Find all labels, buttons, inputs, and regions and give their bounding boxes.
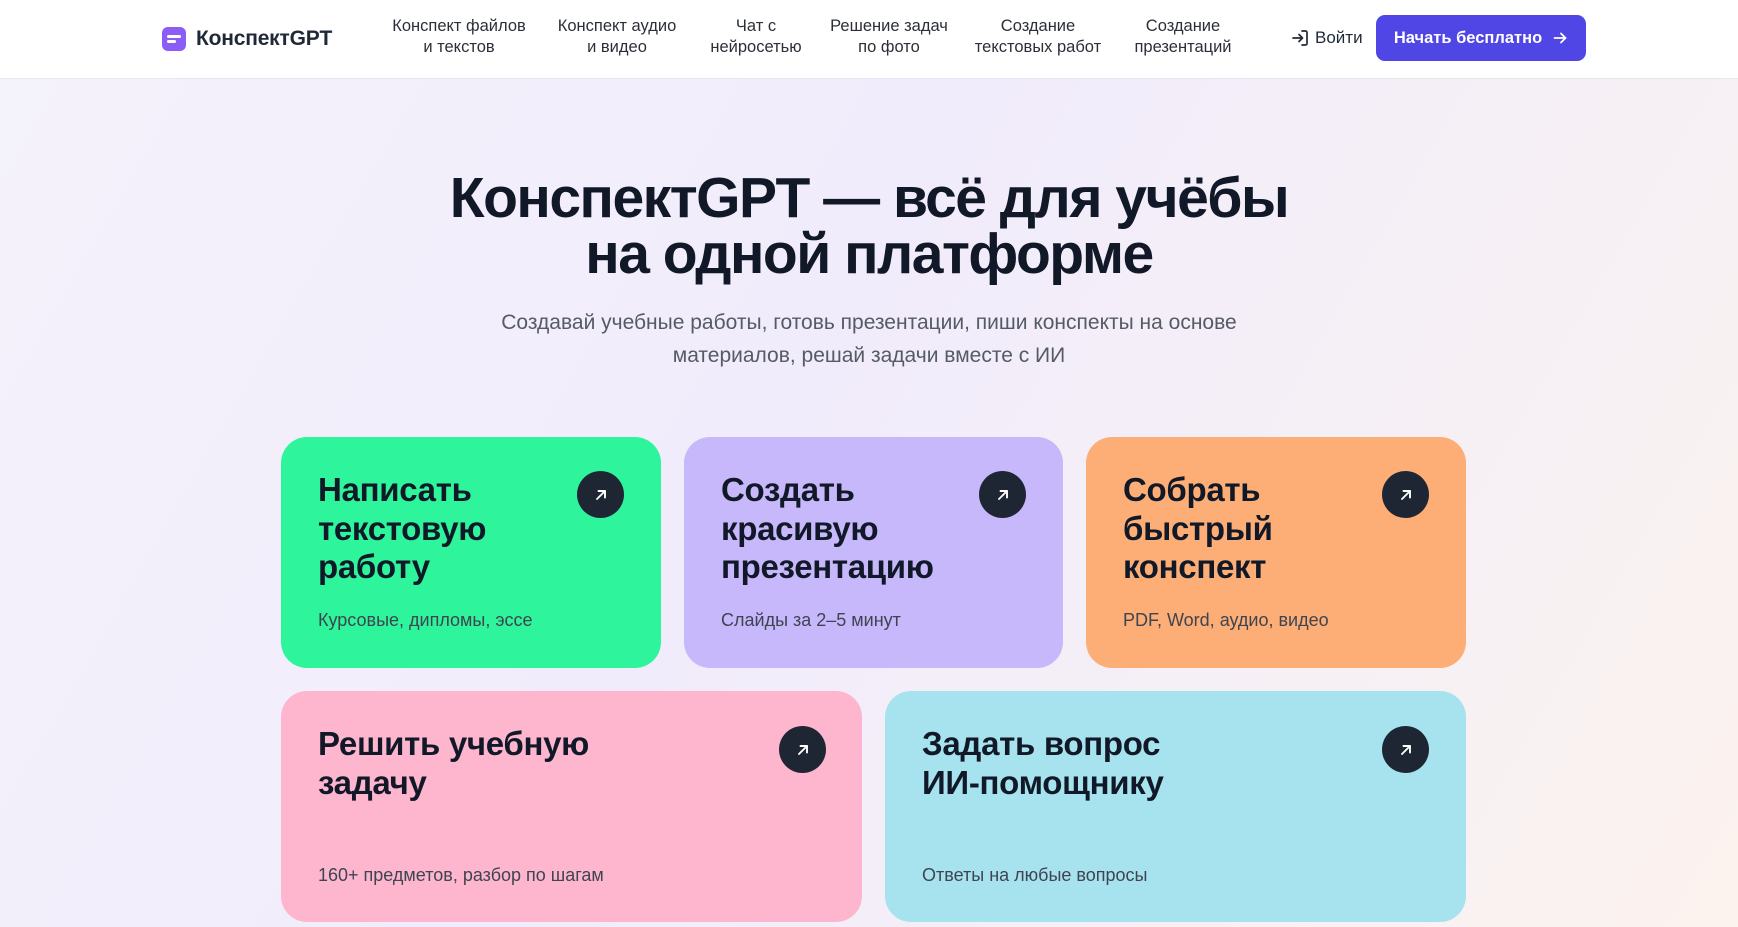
arrow-up-right-icon	[779, 726, 826, 773]
card-title-line: работу	[318, 548, 430, 585]
nav-label-line2: и видео	[587, 38, 647, 56]
card-title-line: задачу	[318, 763, 427, 801]
nav-label-line2: нейросетью	[710, 38, 802, 56]
card-subtitle: Ответы на любые вопросы	[922, 865, 1148, 885]
nav-label-line1: Конспект файлов	[392, 17, 526, 35]
login-icon	[1292, 30, 1308, 46]
nav-label-line1: Конспект аудио	[557, 17, 677, 35]
arrow-up-right-icon	[1382, 471, 1429, 518]
card-title: Собрать быстрый конспект	[1123, 471, 1273, 587]
nav-label-line1: Создание	[1000, 17, 1076, 35]
hero-title: КонспектGPT — всё для учёбы на одной пла…	[369, 166, 1369, 286]
arrow-up-right-icon	[979, 471, 1026, 518]
hero-subtitle: Создавай учебные работы, готовь презента…	[419, 306, 1319, 372]
nav-label-line1: Создание	[1145, 17, 1221, 35]
nav-item-ai-chat[interactable]: Чат с нейросетью	[707, 16, 805, 58]
card-title-line: красивую	[721, 509, 879, 547]
nav-label-line2: и текстов	[423, 38, 495, 56]
login-button[interactable]: Войти	[1291, 26, 1363, 50]
hero-title-line2: на одной платформе	[585, 222, 1154, 286]
card-ask-ai[interactable]: Задать вопрос ИИ-помощнику Ответы на люб…	[885, 691, 1466, 922]
start-free-label: Начать бесплатно	[1393, 28, 1543, 47]
card-title-line: Задать вопрос	[922, 725, 1161, 762]
card-title-line: презентацию	[721, 548, 934, 585]
card-quick-notes[interactable]: Собрать быстрый конспект PDF, Word, ауди…	[1086, 437, 1466, 668]
hero-title-line1: КонспектGPT — всё для учёбы	[449, 166, 1290, 230]
arrow-up-right-icon	[577, 471, 624, 518]
nav-label-line1: Чат с	[735, 17, 777, 35]
card-title-line: Решить учебную	[318, 725, 590, 762]
nav-item-presentations[interactable]: Создание презентаций	[1129, 16, 1237, 58]
card-subtitle: PDF, Word, аудио, видео	[1123, 610, 1329, 630]
nav-item-photo-solver[interactable]: Решение задач по фото	[827, 16, 951, 58]
card-title-line: Написать	[318, 471, 472, 508]
arrow-up-right-glyph	[997, 489, 1008, 500]
hero-subtitle-line2: материалов, решай задачи вместе с ИИ	[672, 344, 1066, 367]
card-title-line: Создать	[721, 471, 855, 508]
card-title-line: конспект	[1123, 548, 1267, 585]
nav-label-line2: текстовых работ	[974, 38, 1102, 56]
card-title-line: быстрый	[1123, 509, 1273, 547]
arrow-up-right-glyph	[595, 489, 606, 500]
nav-item-file-notes[interactable]: Конспект файлов и текстов	[390, 16, 528, 58]
logo-icon	[162, 27, 186, 51]
arrow-up-right-glyph	[1400, 489, 1411, 500]
card-subtitle: 160+ предметов, разбор по шагам	[318, 865, 604, 885]
start-free-button[interactable]: Начать бесплатно	[1376, 15, 1586, 61]
card-subtitle: Курсовые, дипломы, эссе	[318, 610, 533, 630]
logo[interactable]: КонспектGPT	[162, 24, 332, 54]
nav-item-audio-video-notes[interactable]: Конспект аудио и видео	[554, 16, 680, 58]
card-title-line: Собрать	[1123, 471, 1261, 508]
nav-item-text-works[interactable]: Создание текстовых работ	[971, 16, 1105, 58]
card-title-line: текстовую	[318, 509, 487, 547]
site-header: КонспектGPT Конспект файлов и текстов Ко…	[0, 0, 1738, 79]
arrow-up-right-glyph	[1400, 744, 1411, 755]
card-solve-task[interactable]: Решить учебную задачу 160+ предметов, ра…	[281, 691, 862, 922]
arrow-right-icon	[1553, 32, 1567, 44]
arrow-up-right-glyph	[797, 744, 808, 755]
card-title: Решить учебную задачу	[318, 725, 589, 802]
login-label: Войти	[1315, 28, 1363, 47]
arrow-up-right-icon	[1382, 726, 1429, 773]
card-text-work[interactable]: Написать текстовую работу Курсовые, дипл…	[281, 437, 661, 668]
logo-text: КонспектGPT	[196, 27, 333, 50]
card-presentation[interactable]: Создать красивую презентацию Слайды за 2…	[684, 437, 1063, 668]
nav-label-line2: презентаций	[1134, 38, 1232, 56]
card-title: Создать красивую презентацию	[721, 471, 934, 587]
nav-label-line1: Решение задач	[830, 17, 948, 35]
card-title: Задать вопрос ИИ-помощнику	[922, 725, 1164, 802]
hero-subtitle-line1: Создавай учебные работы, готовь презента…	[501, 311, 1237, 334]
nav-label-line2: по фото	[858, 38, 920, 56]
card-title: Написать текстовую работу	[318, 471, 486, 587]
card-title-line: ИИ-помощнику	[922, 763, 1164, 801]
card-subtitle: Слайды за 2–5 минут	[721, 610, 901, 630]
